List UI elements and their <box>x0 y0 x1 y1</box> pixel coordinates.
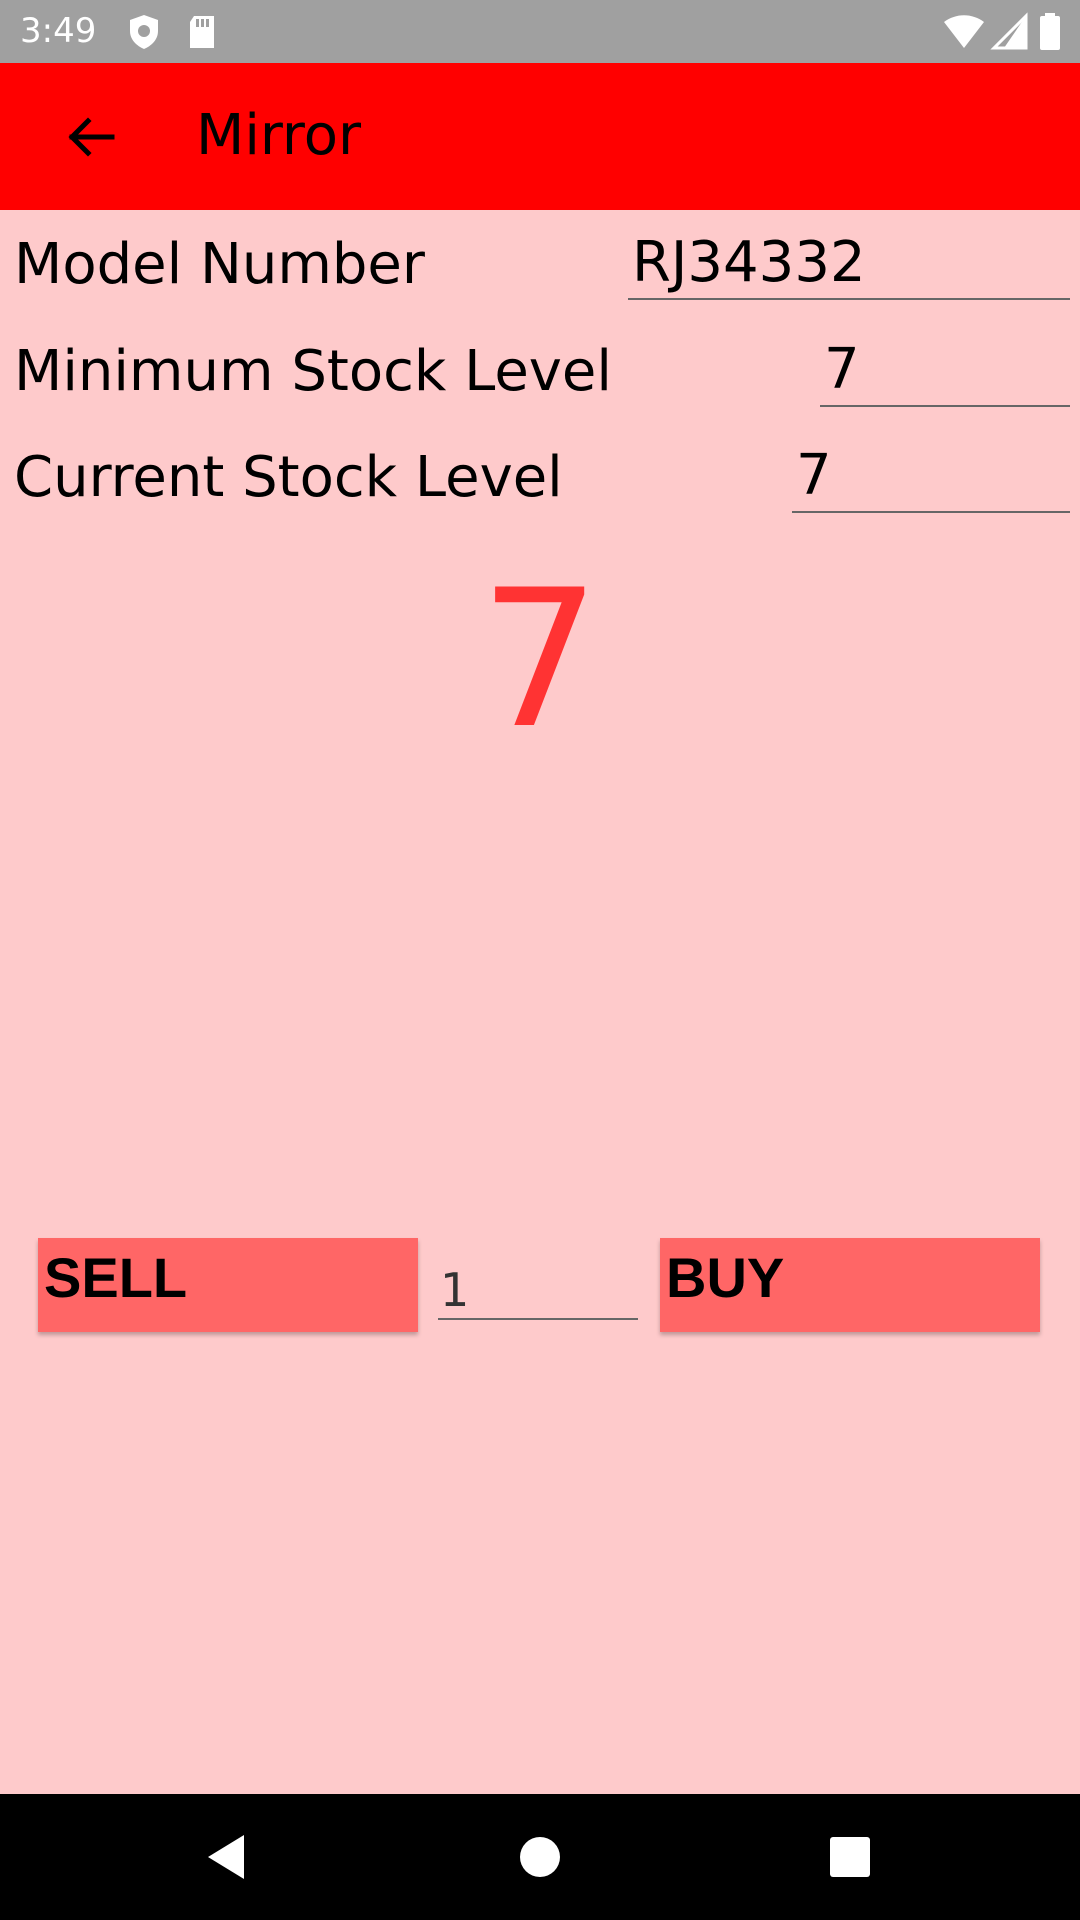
nav-back-button[interactable] <box>200 1827 260 1887</box>
battery-icon <box>1038 12 1062 52</box>
app-bar: Mirror <box>0 63 1080 210</box>
wifi-icon <box>942 12 986 52</box>
shield-icon <box>124 12 164 52</box>
quantity-field[interactable]: 1 <box>438 1252 638 1320</box>
stock-count-display: 7 <box>479 549 601 770</box>
current-stock-label: Current Stock Level <box>14 445 563 510</box>
back-button[interactable] <box>52 107 132 167</box>
arrow-back-icon <box>68 117 115 157</box>
buy-button[interactable]: BUY <box>660 1238 1040 1332</box>
nav-home-button[interactable] <box>510 1827 570 1887</box>
signal-icon <box>990 12 1030 52</box>
recents-square-icon <box>830 1837 870 1877</box>
status-bar: 3:49 <box>0 0 1080 63</box>
minimum-stock-field[interactable]: 7 <box>820 335 1070 407</box>
screen: 3:49 Mirror Model Number RJ34332 Minimum… <box>0 0 1080 1920</box>
model-number-label: Model Number <box>14 232 425 297</box>
current-stock-field[interactable]: 7 <box>792 441 1070 513</box>
minimum-stock-label: Minimum Stock Level <box>14 339 612 404</box>
back-triangle-icon <box>208 1835 244 1879</box>
sd-card-icon <box>182 12 222 52</box>
home-circle-icon <box>520 1837 560 1877</box>
navigation-bar <box>0 1794 1080 1920</box>
sell-button[interactable]: SELL <box>38 1238 418 1332</box>
nav-recents-button[interactable] <box>820 1827 880 1887</box>
page-title: Mirror <box>196 103 361 168</box>
model-number-field[interactable]: RJ34332 <box>628 228 1070 300</box>
status-time: 3:49 <box>20 11 97 51</box>
